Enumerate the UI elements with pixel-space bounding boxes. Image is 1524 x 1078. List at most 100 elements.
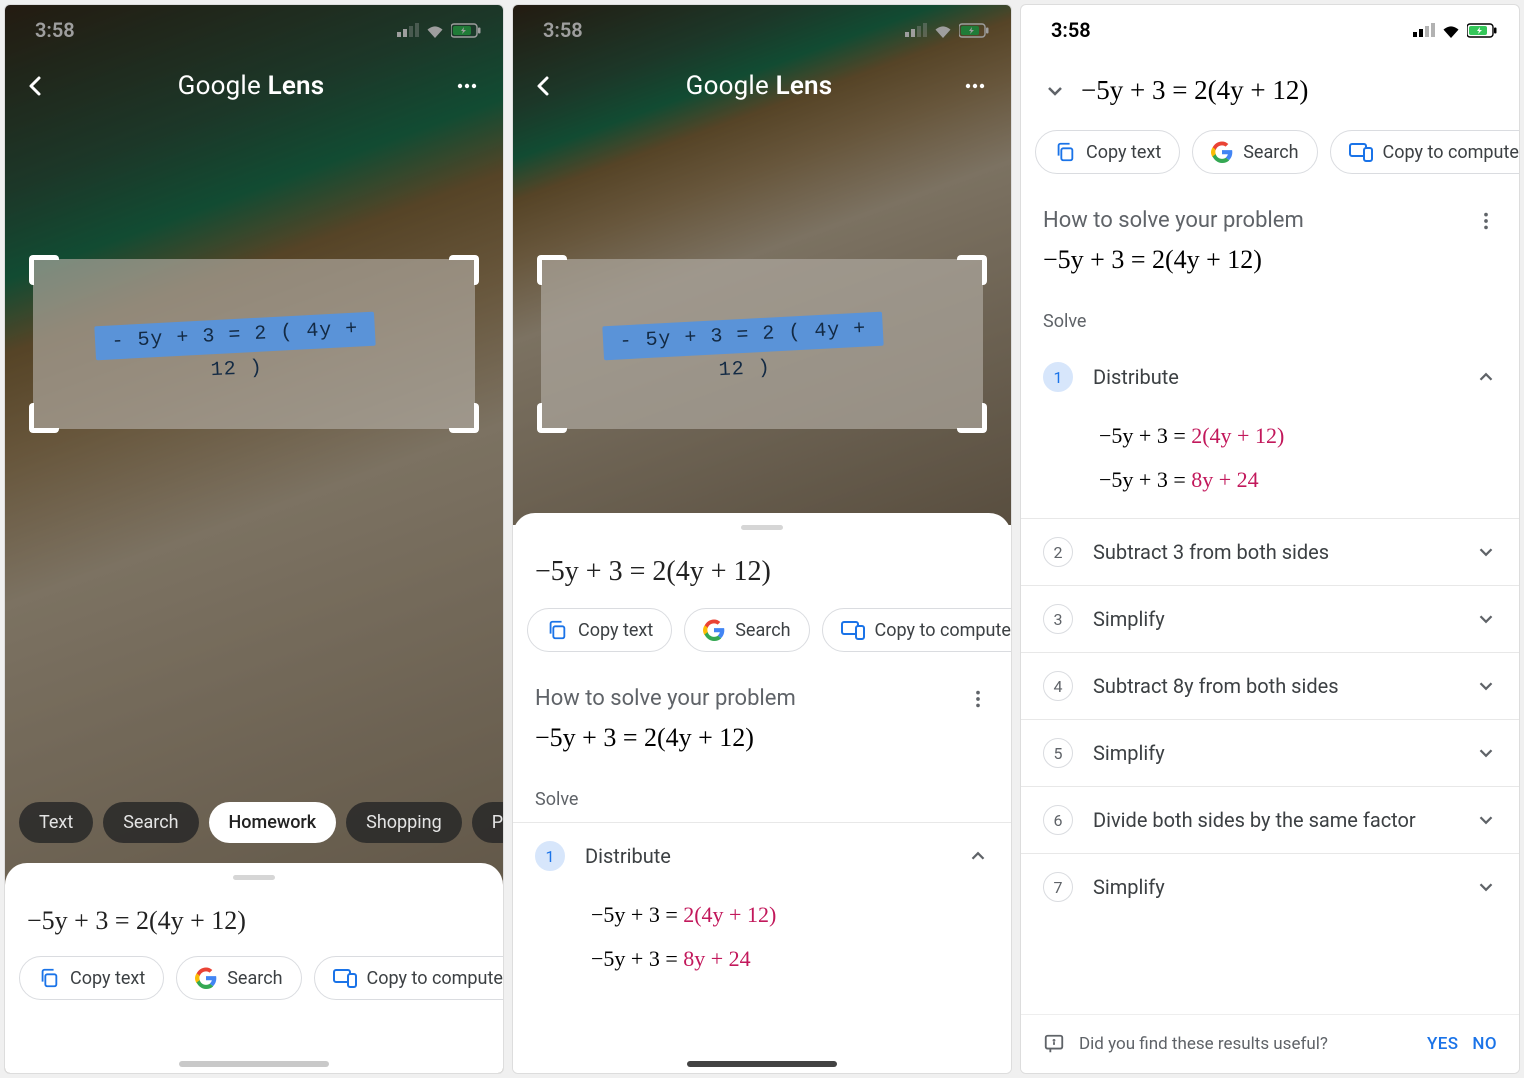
home-indicator[interactable] [179, 1061, 329, 1067]
step-2-number: 2 [1043, 537, 1073, 567]
step-3-row[interactable]: 3 Simplify [1021, 586, 1519, 652]
detected-text-highlight: - 5y + 3 = 2 ( 4y + 12 ) [602, 312, 883, 361]
copy-icon [546, 619, 568, 641]
mode-chip-search[interactable]: Search [103, 802, 198, 843]
chevron-down-icon [1475, 675, 1497, 697]
step-4-title: Subtract 8y from both sides [1093, 674, 1455, 698]
step-1-row[interactable]: 1 Distribute [513, 823, 1011, 889]
step-5-row[interactable]: 5 Simplify [1021, 720, 1519, 786]
brand-light: Google [178, 71, 261, 101]
step-6-row[interactable]: 6 Divide both sides by the same factor [1021, 787, 1519, 853]
status-time: 3:58 [1051, 18, 1091, 42]
step-5-title: Simplify [1093, 741, 1455, 765]
sheet-grab-handle[interactable] [741, 525, 783, 530]
copy-to-computer-button[interactable]: Copy to computer [822, 608, 1011, 652]
copy-icon [1054, 141, 1076, 163]
step-2-row[interactable]: 2 Subtract 3 from both sides [1021, 519, 1519, 585]
screenshot-panel-3: 3:58 −5y + 3 = 2(4y + 12) Copy text Sear… [1020, 4, 1520, 1074]
crop-frame[interactable]: - 5y + 3 = 2 ( 4y + 12 ) [33, 259, 475, 429]
more-icon[interactable] [455, 74, 479, 98]
feedback-no-button[interactable]: NO [1472, 1034, 1497, 1054]
copy-to-computer-button[interactable]: Copy to computer [314, 956, 503, 1000]
feedback-icon [1043, 1033, 1065, 1055]
mode-chip-text[interactable]: Text [19, 802, 93, 843]
equation-collapse-row[interactable]: −5y + 3 = 2(4y + 12) [1021, 49, 1519, 124]
step-3-number: 3 [1043, 604, 1073, 634]
step-1-row[interactable]: 1 Distribute [1021, 344, 1519, 410]
problem-equation: −5y + 3 = 2(4y + 12) [1021, 239, 1519, 297]
camera-viewfinder: 3:58 Google Lens - 5y + 3 = 2 ( 4y + 12 … [513, 5, 1011, 525]
home-indicator[interactable] [687, 1061, 837, 1067]
wifi-icon [1441, 23, 1461, 38]
step-7-number: 7 [1043, 872, 1073, 902]
step-1-title: Distribute [1093, 365, 1455, 389]
problem-equation: −5y + 3 = 2(4y + 12) [513, 717, 1011, 775]
equation-header: −5y + 3 = 2(4y + 12) [1081, 75, 1308, 106]
screenshot-panel-2: 3:58 Google Lens - 5y + 3 = 2 ( 4y + 12 … [512, 4, 1012, 1074]
copy-icon [38, 967, 60, 989]
status-bar: 3:58 [1021, 5, 1519, 49]
feedback-bar: Did you find these results useful? YES N… [1021, 1014, 1519, 1073]
solve-heading-row: How to solve your problem [513, 668, 1011, 717]
feedback-prompt: Did you find these results useful? [1079, 1034, 1328, 1054]
google-g-icon [703, 619, 725, 641]
search-button[interactable]: Search [1192, 130, 1317, 174]
step-4-number: 4 [1043, 671, 1073, 701]
google-g-icon [195, 967, 217, 989]
copy-text-button[interactable]: Copy text [19, 956, 164, 1000]
chevron-down-icon [1475, 541, 1497, 563]
chevron-down-icon [1475, 809, 1497, 831]
copy-text-button[interactable]: Copy text [527, 608, 672, 652]
mode-chip-shopping[interactable]: Shopping [346, 802, 462, 843]
step-7-title: Simplify [1093, 875, 1455, 899]
camera-viewfinder: 3:58 Google Lens - 5y + 3 = 2 ( 4y + 12 … [5, 5, 503, 1073]
results-sheet[interactable]: −5y + 3 = 2(4y + 12) Copy text Search Co… [5, 863, 503, 1073]
step-3-title: Simplify [1093, 607, 1455, 631]
mode-chip-places[interactable]: Places [472, 802, 503, 843]
chevron-up-icon [967, 845, 989, 867]
copy-text-button[interactable]: Copy text [1035, 130, 1180, 174]
search-button[interactable]: Search [684, 608, 809, 652]
mode-chip-homework[interactable]: Homework [209, 802, 337, 843]
action-row: Copy text Search Copy to computer [5, 950, 503, 1016]
recognized-equation: −5y + 3 = 2(4y + 12) [5, 898, 503, 950]
solve-heading: How to solve your problem [535, 686, 796, 711]
step-1-body: −5y + 3 = 2(4y + 12) −5y + 3 = 8y + 24 [1021, 410, 1519, 518]
status-icons [1413, 23, 1497, 38]
step-1-number: 1 [535, 841, 565, 871]
feedback-yes-button[interactable]: YES [1427, 1034, 1458, 1054]
chevron-up-icon [1475, 366, 1497, 388]
devices-icon [1349, 141, 1373, 163]
copy-to-computer-button[interactable]: Copy to computer [1330, 130, 1519, 174]
more-vert-icon[interactable] [967, 688, 989, 710]
chevron-down-icon [1043, 79, 1067, 103]
sheet-grab-handle[interactable] [233, 875, 275, 880]
lens-header: Google Lens [513, 49, 1011, 119]
step-5-number: 5 [1043, 738, 1073, 768]
step-6-number: 6 [1043, 805, 1073, 835]
results-sheet[interactable]: −5y + 3 = 2(4y + 12) Copy text Search Co… [513, 513, 1011, 1073]
recognized-equation: −5y + 3 = 2(4y + 12) [513, 548, 1011, 602]
more-icon[interactable] [963, 74, 987, 98]
solve-label: Solve [1021, 297, 1519, 344]
step-4-row[interactable]: 4 Subtract 8y from both sides [1021, 653, 1519, 719]
solve-heading-row: How to solve your problem [1021, 190, 1519, 239]
devices-icon [333, 967, 357, 989]
search-button[interactable]: Search [176, 956, 301, 1000]
devices-icon [841, 619, 865, 641]
detected-text-highlight: - 5y + 3 = 2 ( 4y + 12 ) [94, 312, 375, 361]
google-g-icon [1211, 141, 1233, 163]
solve-heading: How to solve your problem [1043, 208, 1304, 233]
action-row: Copy text Search Copy to computer [513, 602, 1011, 668]
back-icon[interactable] [23, 74, 47, 98]
app-title: Google Lens [178, 71, 325, 101]
app-title: Google Lens [686, 71, 833, 101]
battery-charging-icon [1467, 23, 1497, 38]
solve-label: Solve [513, 775, 1011, 822]
step-7-row[interactable]: 7 Simplify [1021, 854, 1519, 920]
step-1-body: −5y + 3 = 2(4y + 12) −5y + 3 = 8y + 24 [513, 889, 1011, 997]
step-6-title: Divide both sides by the same factor [1093, 808, 1455, 832]
crop-frame[interactable]: - 5y + 3 = 2 ( 4y + 12 ) [541, 259, 983, 429]
more-vert-icon[interactable] [1475, 210, 1497, 232]
back-icon[interactable] [531, 74, 555, 98]
